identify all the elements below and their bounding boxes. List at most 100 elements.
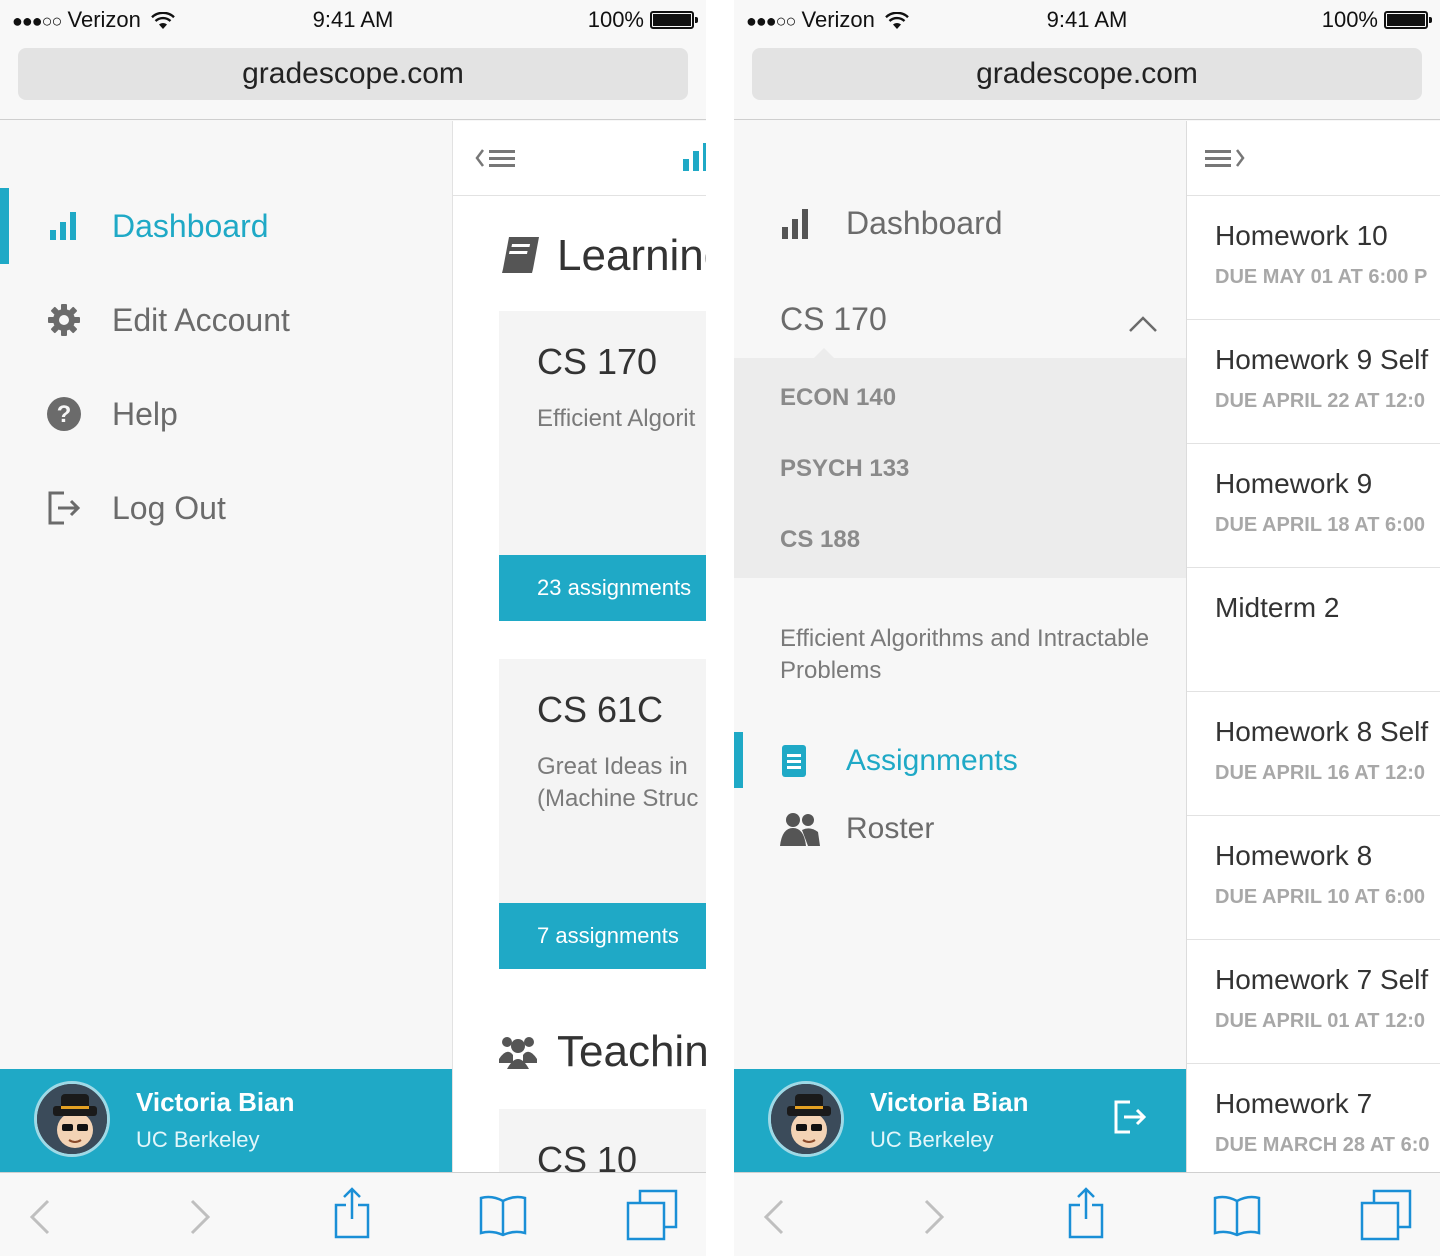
nav-item-assignments[interactable]: Assignments <box>734 732 1186 792</box>
course-option-econ140[interactable]: ECON 140 <box>780 384 896 412</box>
nav-item-dashboard[interactable]: Dashboard <box>734 191 1186 261</box>
section-title-teaching: Teachin <box>557 1027 706 1076</box>
url-bar[interactable]: gradescope.com <box>18 48 688 100</box>
assignment-due: DUE APRIL 22 AT 12:0 <box>1215 390 1426 412</box>
user-name: Victoria Bian <box>870 1087 1029 1117</box>
assignment-name: Homework 8 Self <box>1215 716 1429 747</box>
question-circle-icon: ? <box>46 396 82 432</box>
assignment-due: DUE APRIL 10 AT 6:00 <box>1215 886 1426 908</box>
battery-icon <box>650 11 698 29</box>
assignment-due: DUE MAY 01 AT 6:00 P <box>1215 266 1428 288</box>
bookmarks-icon[interactable] <box>478 1193 528 1237</box>
forward-icon[interactable] <box>188 1199 212 1235</box>
share-icon[interactable] <box>332 1187 372 1239</box>
back-icon[interactable] <box>28 1199 52 1235</box>
user-profile-bar[interactable]: Victoria Bian UC Berkeley <box>0 1069 452 1172</box>
chevron-up-icon[interactable] <box>1128 315 1158 333</box>
nav-item-help[interactable]: ? Help <box>0 376 452 452</box>
course-description: Efficient Algorit <box>537 405 696 432</box>
nav-label: Log Out <box>112 489 226 526</box>
share-icon[interactable] <box>1066 1187 1106 1239</box>
assignment-name: Homework 9 <box>1215 468 1373 499</box>
assignment-due: DUE APRIL 01 AT 12:0 <box>1215 1010 1426 1032</box>
nav-label: Dashboard <box>846 205 1003 241</box>
bar-chart-icon <box>782 209 808 239</box>
assignment-row[interactable]: Homework 9 DUE APRIL 18 AT 6:00 <box>1187 444 1440 568</box>
document-icon <box>782 745 806 777</box>
battery-percent: 100% <box>1321 7 1378 32</box>
user-profile-bar[interactable]: Victoria Bian UC Berkeley <box>734 1069 1186 1172</box>
browser-chrome: ●●●○○ Verizon 9:41 AM 100% gradescope.co… <box>0 0 706 120</box>
phone-screen-right: ●●●○○ Verizon 9:41 AM 100% gradescope.co… <box>734 0 1440 1256</box>
nav-item-log-out[interactable]: Log Out <box>0 470 452 546</box>
assignment-row[interactable]: Midterm 2 <box>1187 568 1440 692</box>
phone-screen-left: ●●●○○ Verizon 9:41 AM 100% gradescope.co… <box>0 0 706 1256</box>
bar-chart-icon <box>683 143 706 171</box>
content-topbar <box>1187 121 1440 196</box>
course-option-psych133[interactable]: PSYCH 133 <box>780 455 909 483</box>
assignment-due: DUE APRIL 18 AT 6:00 <box>1215 514 1426 536</box>
assignment-due: DUE MARCH 28 AT 6:0 <box>1215 1134 1430 1156</box>
users-icon <box>780 813 820 846</box>
battery-percent: 100% <box>587 7 644 32</box>
status-bar: ●●●○○ Verizon 9:41 AM 100% <box>0 0 706 40</box>
assignment-name: Homework 7 <box>1215 1088 1373 1119</box>
assignment-row[interactable]: Homework 7 DUE MARCH 28 AT 6:0 <box>1187 1064 1440 1172</box>
assignment-name: Homework 7 Self <box>1215 964 1429 995</box>
back-icon[interactable] <box>762 1199 786 1235</box>
bookmarks-icon[interactable] <box>1212 1193 1262 1237</box>
status-bar: ●●●○○ Verizon 9:41 AM 100% <box>734 0 1440 40</box>
assignment-name: Homework 10 <box>1215 220 1388 251</box>
tabs-icon[interactable] <box>626 1189 678 1241</box>
collapse-menu-icon[interactable] <box>475 147 517 169</box>
course-name: CS 61C <box>537 689 664 730</box>
course-selector[interactable]: CS 170 <box>780 301 887 338</box>
screen-gap <box>706 0 734 1256</box>
logout-icon[interactable] <box>1112 1099 1148 1135</box>
assignment-name: Midterm 2 <box>1215 592 1340 623</box>
assignment-row[interactable]: Homework 7 Self DUE APRIL 01 AT 12:0 <box>1187 940 1440 1064</box>
avatar <box>768 1081 844 1157</box>
content-topbar <box>453 121 706 196</box>
nav-label: Edit Account <box>112 301 290 338</box>
course-card-cs61c[interactable]: CS 61C Great Ideas in (Machine Struc 7 a… <box>499 659 706 969</box>
course-card-cs10[interactable]: CS 10 <box>499 1109 706 1172</box>
assignment-name: Homework 8 <box>1215 840 1373 871</box>
expand-menu-icon[interactable] <box>1203 147 1247 169</box>
bar-chart-icon <box>46 208 82 244</box>
nav-item-edit-account[interactable]: Edit Account <box>0 282 452 358</box>
course-full-title: Efficient Algorithms and Intractable Pro… <box>780 625 1150 684</box>
user-school: UC Berkeley <box>870 1127 994 1152</box>
assignments-content: Homework 10 DUE MAY 01 AT 6:00 P Homewor… <box>1186 121 1440 1172</box>
dashboard-content: Learning CS 170 Efficient Algorit 23 ass… <box>452 121 706 1172</box>
logout-icon <box>46 490 82 526</box>
nav-label: Roster <box>846 812 935 845</box>
nav-item-roster[interactable]: Roster <box>734 800 1186 860</box>
course-description: Great Ideas in (Machine Struc <box>537 753 699 812</box>
course-card-cs170[interactable]: CS 170 Efficient Algorit 23 assignments <box>499 311 706 621</box>
nav-item-dashboard[interactable]: Dashboard <box>0 188 452 264</box>
course-drawer: Dashboard CS 170 ECON 140 PSYCH 133 CS 1… <box>734 121 1186 1172</box>
forward-icon[interactable] <box>922 1199 946 1235</box>
assignment-due: DUE APRIL 16 AT 12:0 <box>1215 762 1426 784</box>
assignment-count: 23 assignments <box>499 555 706 621</box>
nav-label: Assignments <box>846 744 1018 777</box>
user-school: UC Berkeley <box>136 1127 260 1152</box>
book-icon <box>502 237 539 273</box>
gear-icon <box>46 302 82 338</box>
assignment-row[interactable]: Homework 8 DUE APRIL 10 AT 6:00 <box>1187 816 1440 940</box>
user-name: Victoria Bian <box>136 1087 295 1117</box>
course-option-cs188[interactable]: CS 188 <box>780 526 860 554</box>
section-title-learning: Learning <box>557 231 706 280</box>
battery-icon <box>1384 11 1432 29</box>
url-bar[interactable]: gradescope.com <box>752 48 1422 100</box>
browser-toolbar <box>0 1172 706 1256</box>
assignment-row[interactable]: Homework 9 Self DUE APRIL 22 AT 12:0 <box>1187 320 1440 444</box>
nav-label: Dashboard <box>112 207 269 244</box>
nav-drawer: Dashboard Edit Account ? Help Log Out Vi… <box>0 121 452 1172</box>
course-name: CS 10 <box>537 1139 638 1172</box>
assignment-row[interactable]: Homework 8 Self DUE APRIL 16 AT 12:0 <box>1187 692 1440 816</box>
course-dropdown-list: ECON 140 PSYCH 133 CS 188 <box>734 348 1186 578</box>
tabs-icon[interactable] <box>1360 1189 1412 1241</box>
assignment-row[interactable]: Homework 10 DUE MAY 01 AT 6:00 P <box>1187 196 1440 320</box>
